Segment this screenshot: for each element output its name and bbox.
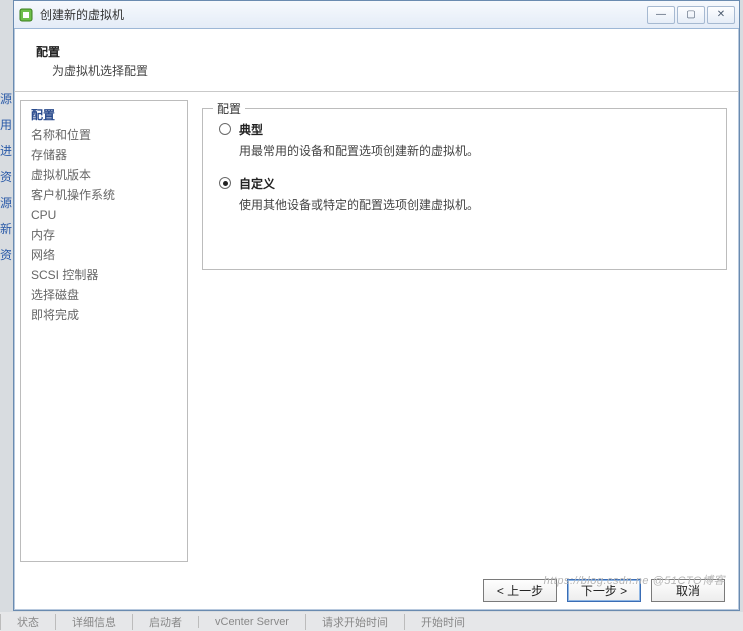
maximize-button[interactable]: ▢: [677, 6, 705, 24]
config-group-label: 配置: [213, 100, 245, 117]
app-icon: [18, 7, 34, 23]
col-start: 开始时间: [404, 614, 481, 630]
watermark-text: https://blog.csdn.ne @51CTO博客: [544, 572, 725, 588]
wizard-body: 配置 名称和位置 存储器 虚拟机版本 客户机操作系统 CPU 内存 网络 SCS…: [20, 100, 733, 562]
radio-custom-label: 自定义: [239, 175, 275, 192]
page-subtitle: 为虚拟机选择配置: [52, 62, 717, 79]
step-storage[interactable]: 存储器: [31, 145, 177, 165]
step-disk[interactable]: 选择磁盘: [31, 285, 177, 305]
step-guest-os[interactable]: 客户机操作系统: [31, 185, 177, 205]
page-title: 配置: [36, 43, 717, 60]
minimize-button[interactable]: —: [647, 6, 675, 24]
window-controls: — ▢ ✕: [647, 6, 735, 24]
step-configuration[interactable]: 配置: [31, 105, 177, 125]
col-details: 详细信息: [55, 614, 132, 630]
background-status-bar: 状态 详细信息 启动者 vCenter Server 请求开始时间 开始时间: [0, 612, 743, 631]
wizard-content: 配置 典型 用最常用的设备和配置选项创建新的虚拟机。 自定义 使用其他设备或特定…: [188, 100, 733, 562]
radio-typical[interactable]: [219, 123, 231, 135]
col-vcenter: vCenter Server: [198, 616, 305, 628]
col-status: 状态: [0, 614, 55, 630]
option-custom[interactable]: 自定义: [219, 175, 710, 192]
step-ready[interactable]: 即将完成: [31, 305, 177, 325]
background-gutter: 源 用 进 资 源: 新 资: [0, 86, 13, 268]
step-cpu[interactable]: CPU: [31, 205, 177, 225]
step-name-location[interactable]: 名称和位置: [31, 125, 177, 145]
window-title: 创建新的虚拟机: [40, 6, 647, 23]
titlebar: 创建新的虚拟机 — ▢ ✕: [14, 1, 739, 29]
radio-custom[interactable]: [219, 177, 231, 189]
vm-wizard-window: 创建新的虚拟机 — ▢ ✕ 配置 为虚拟机选择配置 配置 名称和位置 存储器 虚…: [13, 0, 740, 611]
step-vm-version[interactable]: 虚拟机版本: [31, 165, 177, 185]
col-initiator: 启动者: [132, 614, 198, 630]
close-button[interactable]: ✕: [707, 6, 735, 24]
config-group: 配置 典型 用最常用的设备和配置选项创建新的虚拟机。 自定义 使用其他设备或特定…: [202, 108, 727, 270]
radio-custom-desc: 使用其他设备或特定的配置选项创建虚拟机。: [239, 196, 710, 213]
option-typical[interactable]: 典型: [219, 121, 710, 138]
wizard-header: 配置 为虚拟机选择配置: [14, 29, 739, 85]
col-req-start: 请求开始时间: [305, 614, 404, 630]
step-scsi[interactable]: SCSI 控制器: [31, 265, 177, 285]
wizard-steps-sidebar: 配置 名称和位置 存储器 虚拟机版本 客户机操作系统 CPU 内存 网络 SCS…: [20, 100, 188, 562]
radio-typical-label: 典型: [239, 121, 263, 138]
header-divider: [14, 91, 739, 92]
radio-typical-desc: 用最常用的设备和配置选项创建新的虚拟机。: [239, 142, 710, 159]
step-memory[interactable]: 内存: [31, 225, 177, 245]
step-network[interactable]: 网络: [31, 245, 177, 265]
